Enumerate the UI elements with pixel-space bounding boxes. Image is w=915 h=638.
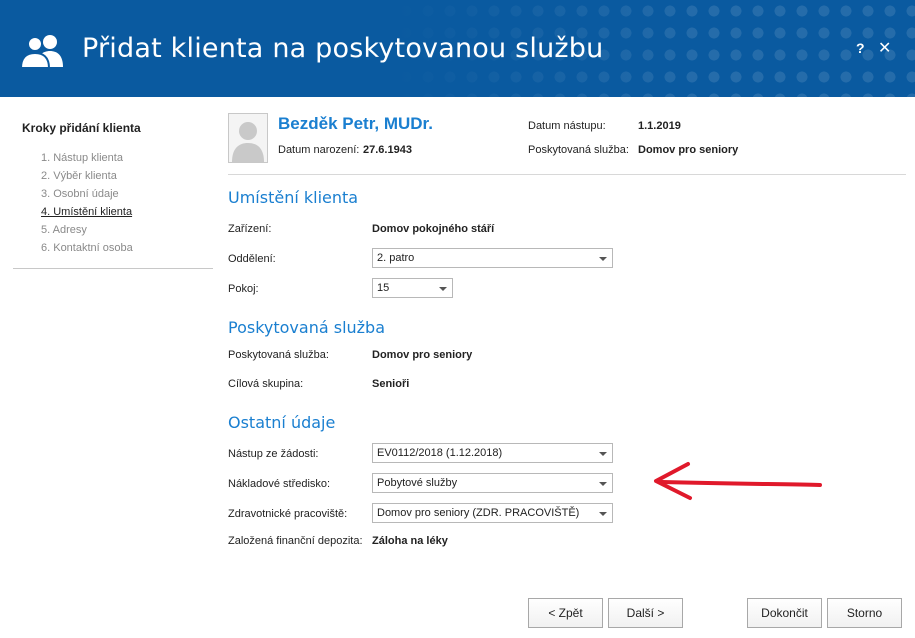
window-header: Přidat klienta na poskytovanou službu ? …	[0, 0, 915, 97]
workplace-select[interactable]: Domov pro seniory (ZDR. PRACOVIŠTĚ)	[372, 503, 613, 523]
request-label: Nástup ze žádosti:	[228, 448, 319, 460]
help-button[interactable]: ?	[856, 40, 865, 56]
other-heading: Ostatní údaje	[228, 413, 336, 432]
back-button[interactable]: < Zpět	[528, 598, 603, 628]
client-service-value: Domov pro seniory	[638, 144, 739, 156]
sidebar-divider	[13, 268, 213, 269]
workplace-select-value: Domov pro seniory (ZDR. PRACOVIŠTĚ)	[377, 507, 580, 519]
chevron-down-icon	[439, 287, 447, 291]
steps-title: Kroky přidání klienta	[22, 121, 141, 135]
cost-center-select-value: Pobytové služby	[377, 477, 458, 489]
step-item-5[interactable]: 5. Adresy	[41, 223, 133, 241]
cancel-button[interactable]: Storno	[827, 598, 902, 628]
birth-date-value: 27.6.1943	[363, 144, 412, 156]
users-icon	[20, 35, 63, 69]
chevron-down-icon	[599, 512, 607, 516]
client-avatar	[228, 113, 268, 163]
placement-heading: Umístění klienta	[228, 188, 359, 207]
room-label: Pokoj:	[228, 283, 259, 295]
step-item-4[interactable]: 4. Umístění klienta	[41, 205, 133, 223]
finish-button[interactable]: Dokončit	[747, 598, 822, 628]
target-group-value: Senioři	[372, 378, 410, 390]
client-name: Bezděk Petr, MUDr.	[278, 114, 433, 133]
person-placeholder-icon	[232, 122, 264, 162]
cost-center-select[interactable]: Pobytové služby	[372, 473, 613, 493]
annotation-arrow-icon	[654, 462, 822, 500]
step-item-3[interactable]: 3. Osobní údaje	[41, 187, 133, 205]
chevron-down-icon	[599, 482, 607, 486]
chevron-down-icon	[599, 452, 607, 456]
facility-value: Domov pokojného stáří	[372, 223, 495, 235]
start-date-label: Datum nástupu:	[528, 120, 606, 132]
window-title: Přidat klienta na poskytovanou službu	[82, 33, 604, 64]
room-select[interactable]: 15	[372, 278, 453, 298]
service-heading: Poskytovaná služba	[228, 318, 386, 337]
workplace-label: Zdravotnické pracoviště:	[228, 508, 348, 520]
cost-center-label: Nákladové středisko:	[228, 478, 331, 490]
birth-date-label: Datum narození:	[278, 144, 360, 156]
request-select-value: EV0112/2018 (1.12.2018)	[377, 447, 503, 459]
step-item-2[interactable]: 2. Výběr klienta	[41, 169, 133, 187]
facility-label: Zařízení:	[228, 223, 272, 235]
client-card-divider	[228, 174, 906, 175]
client-service-label: Poskytovaná služba:	[528, 144, 629, 156]
department-label: Oddělení:	[228, 253, 276, 265]
service-label: Poskytovaná služba:	[228, 349, 329, 361]
room-select-value: 15	[377, 282, 390, 294]
service-value: Domov pro seniory	[372, 349, 473, 361]
step-item-1[interactable]: 1. Nástup klienta	[41, 151, 133, 169]
step-item-6[interactable]: 6. Kontaktní osoba	[41, 241, 133, 259]
deposit-label: Založená finanční depozita:	[228, 535, 363, 547]
chevron-down-icon	[599, 257, 607, 261]
deposit-value: Záloha na léky	[372, 535, 448, 547]
next-button[interactable]: Další >	[608, 598, 683, 628]
department-select[interactable]: 2. patro	[372, 248, 613, 268]
department-select-value: 2. patro	[377, 252, 415, 264]
request-select[interactable]: EV0112/2018 (1.12.2018)	[372, 443, 613, 463]
steps-list: 1. Nástup klienta 2. Výběr klienta 3. Os…	[41, 151, 133, 259]
start-date-value: 1.1.2019	[638, 120, 681, 132]
target-group-label: Cílová skupina:	[228, 378, 304, 390]
close-icon[interactable]: ✕	[878, 38, 891, 58]
